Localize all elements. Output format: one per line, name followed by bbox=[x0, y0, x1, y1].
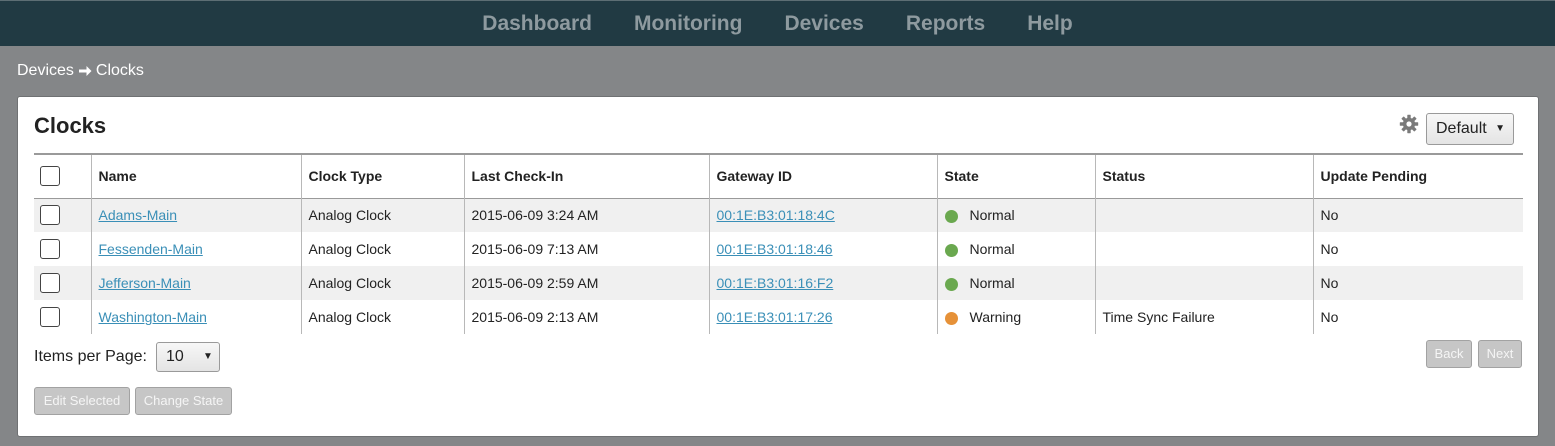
next-button[interactable]: Next bbox=[1478, 340, 1522, 368]
select-all-checkbox[interactable] bbox=[40, 166, 60, 187]
update-pending-cell: No bbox=[1312, 198, 1523, 232]
last-check-in-cell: 2015-06-09 2:59 AM bbox=[463, 266, 709, 300]
gateway-id-link[interactable]: 00:1E:B3:01:18:46 bbox=[717, 241, 833, 257]
column-header-update-pending[interactable]: Update Pending bbox=[1312, 154, 1523, 198]
view-select[interactable]: Default ▼ bbox=[1426, 113, 1514, 145]
top-navigation: Dashboard Monitoring Devices Reports Hel… bbox=[0, 0, 1555, 46]
clock-name-link[interactable]: Jefferson-Main bbox=[99, 275, 191, 291]
items-per-page-value: 10 bbox=[165, 348, 184, 365]
gateway-id-link[interactable]: 00:1E:B3:01:17:26 bbox=[717, 309, 833, 325]
table-header-row: Name Clock Type Last Check-In Gateway ID… bbox=[34, 154, 1523, 198]
row-checkbox[interactable] bbox=[40, 205, 60, 226]
column-header-last-check-in[interactable]: Last Check-In bbox=[463, 154, 709, 198]
column-header-status[interactable]: Status bbox=[1094, 154, 1313, 198]
table-row: Washington-Main Analog Clock 2015-06-09 … bbox=[34, 300, 1523, 334]
clock-type-cell: Analog Clock bbox=[300, 198, 464, 232]
row-checkbox[interactable] bbox=[40, 307, 60, 327]
last-check-in-cell: 2015-06-09 2:13 AM bbox=[463, 300, 709, 334]
nav-devices[interactable]: Devices bbox=[784, 1, 863, 47]
state-indicator-icon bbox=[944, 277, 958, 291]
state-label: Normal bbox=[969, 275, 1015, 291]
last-check-in-cell: 2015-06-09 7:13 AM bbox=[463, 232, 709, 266]
caret-down-icon: ▼ bbox=[1495, 123, 1505, 134]
nav-dashboard[interactable]: Dashboard bbox=[482, 1, 592, 47]
status-cell bbox=[1094, 198, 1313, 232]
breadcrumb-current: Clocks bbox=[95, 62, 144, 79]
clock-type-cell: Analog Clock bbox=[300, 266, 464, 300]
gateway-id-link[interactable]: 00:1E:B3:01:18:4C bbox=[717, 207, 835, 223]
table-row: Adams-Main Analog Clock 2015-06-09 3:24 … bbox=[34, 198, 1523, 232]
clock-name-link[interactable]: Washington-Main bbox=[99, 309, 207, 325]
nav-help[interactable]: Help bbox=[1027, 1, 1073, 47]
gear-icon[interactable] bbox=[1399, 114, 1419, 134]
clocks-panel: Clocks Default ▼ Name Clock Type Last Ch… bbox=[17, 96, 1539, 437]
column-header-clock-type[interactable]: Clock Type bbox=[300, 154, 464, 198]
page-title: Clocks bbox=[34, 113, 107, 138]
status-cell bbox=[1094, 232, 1313, 266]
row-checkbox[interactable] bbox=[40, 273, 60, 293]
update-pending-cell: No bbox=[1312, 266, 1523, 300]
state-indicator-icon bbox=[944, 311, 958, 325]
caret-down-icon: ▼ bbox=[203, 351, 213, 362]
state-indicator-icon bbox=[944, 243, 958, 257]
status-cell: Time Sync Failure bbox=[1094, 300, 1313, 334]
table-row: Jefferson-Main Analog Clock 2015-06-09 2… bbox=[34, 266, 1523, 300]
back-button[interactable]: Back bbox=[1426, 340, 1472, 368]
last-check-in-cell: 2015-06-09 3:24 AM bbox=[463, 198, 709, 232]
clocks-table: Name Clock Type Last Check-In Gateway ID… bbox=[34, 153, 1523, 334]
column-header-name[interactable]: Name bbox=[90, 154, 301, 198]
update-pending-cell: No bbox=[1312, 232, 1523, 266]
edit-selected-button[interactable]: Edit Selected bbox=[34, 387, 130, 415]
view-select-value: Default bbox=[1436, 120, 1487, 137]
column-header-state[interactable]: State bbox=[936, 154, 1095, 198]
column-header-gateway-id[interactable]: Gateway ID bbox=[708, 154, 937, 198]
breadcrumb: Devices Clocks bbox=[0, 46, 1555, 96]
nav-reports[interactable]: Reports bbox=[906, 1, 985, 47]
clock-name-link[interactable]: Adams-Main bbox=[99, 207, 178, 223]
arrow-right-icon bbox=[78, 64, 92, 78]
update-pending-cell: No bbox=[1312, 300, 1523, 334]
clocks-table-wrapper: Name Clock Type Last Check-In Gateway ID… bbox=[34, 153, 1523, 334]
items-per-page-label: Items per Page: bbox=[34, 348, 147, 365]
items-per-page-select[interactable]: 10 ▼ bbox=[155, 342, 220, 372]
status-cell bbox=[1094, 266, 1313, 300]
row-checkbox[interactable] bbox=[40, 239, 60, 259]
select-all-cell bbox=[34, 154, 91, 198]
breadcrumb-devices-link[interactable]: Devices bbox=[17, 62, 74, 80]
clock-type-cell: Analog Clock bbox=[300, 300, 464, 334]
nav-monitoring[interactable]: Monitoring bbox=[634, 1, 742, 47]
change-state-button[interactable]: Change State bbox=[135, 387, 232, 415]
clock-type-cell: Analog Clock bbox=[300, 232, 464, 266]
state-label: Normal bbox=[969, 241, 1015, 257]
gateway-id-link[interactable]: 00:1E:B3:01:16:F2 bbox=[717, 275, 834, 291]
table-row: Fessenden-Main Analog Clock 2015-06-09 7… bbox=[34, 232, 1523, 266]
items-per-page: Items per Page: 10 ▼ bbox=[34, 342, 220, 372]
clock-name-link[interactable]: Fessenden-Main bbox=[99, 241, 203, 257]
state-label: Normal bbox=[969, 207, 1015, 224]
state-indicator-icon bbox=[944, 210, 958, 224]
state-label: Warning bbox=[969, 309, 1022, 325]
